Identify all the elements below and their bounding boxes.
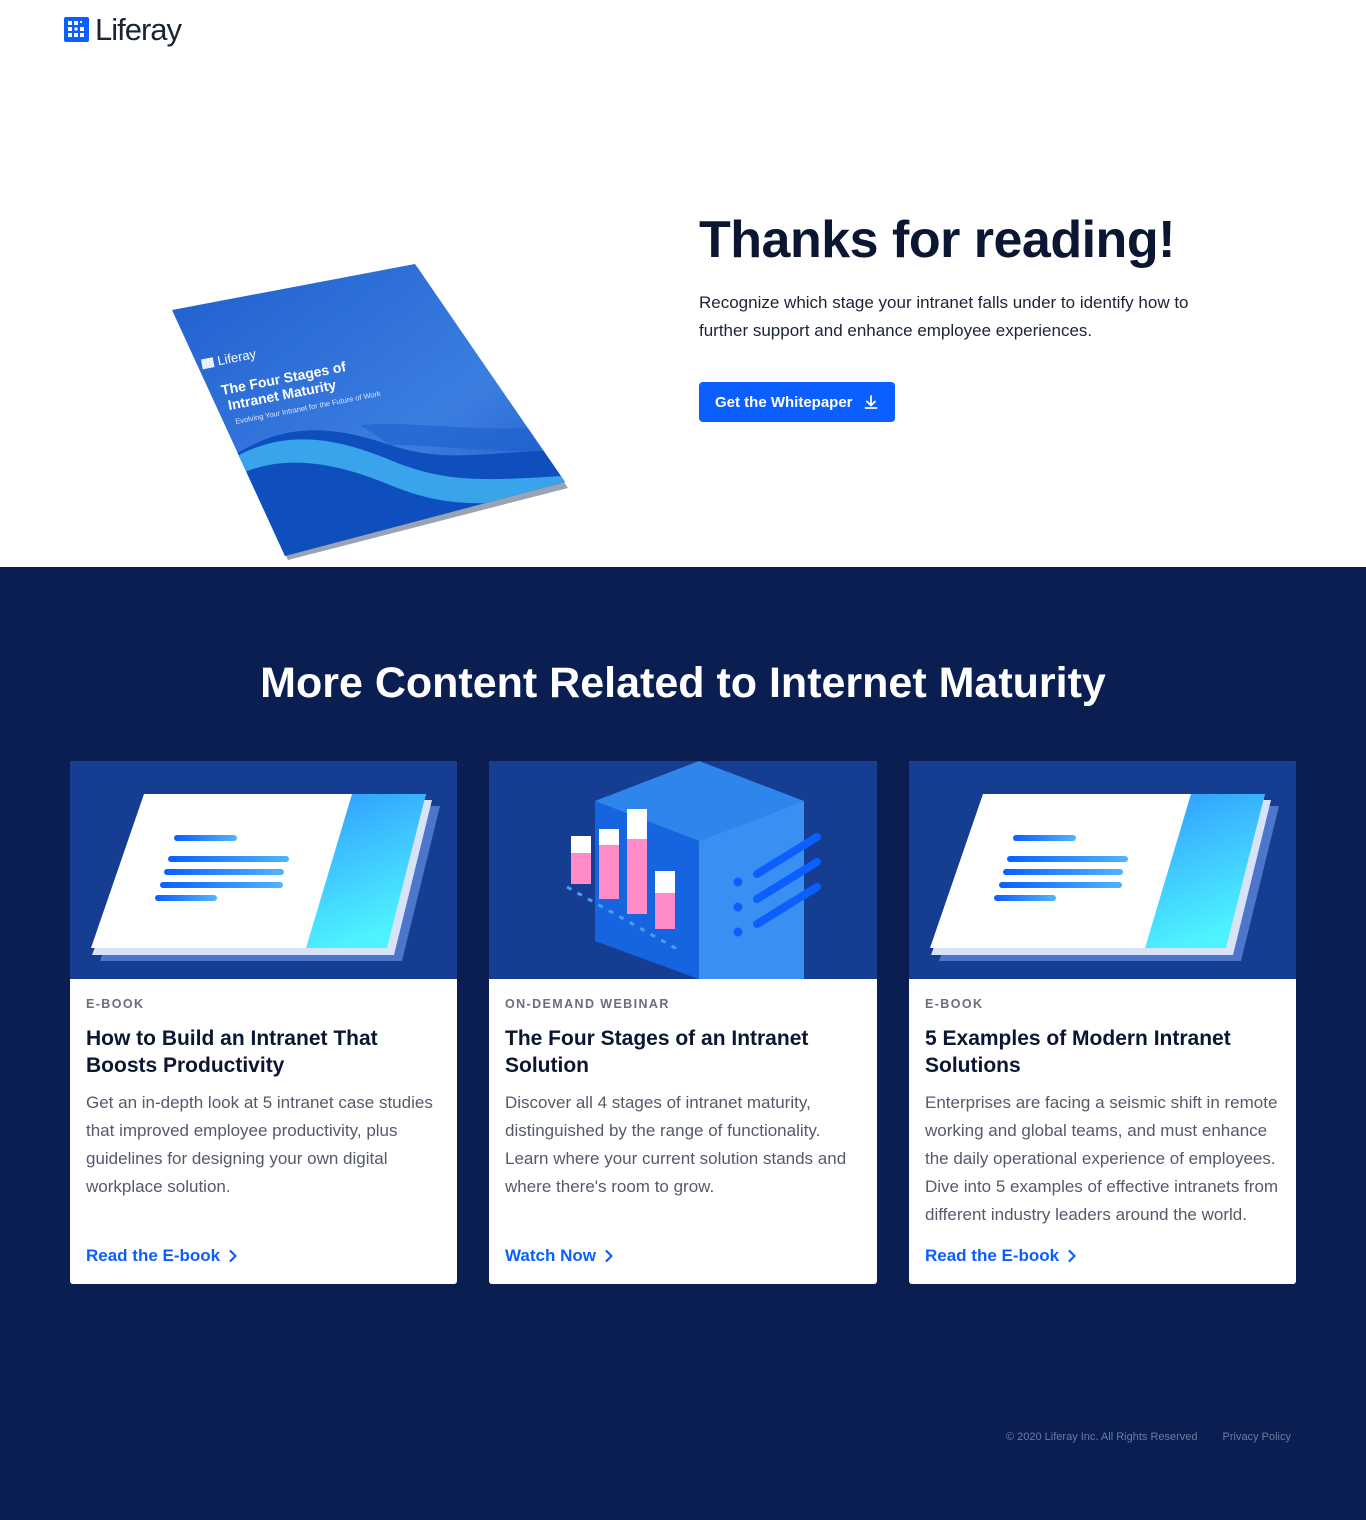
- get-whitepaper-button[interactable]: Get the Whitepaper: [699, 382, 895, 423]
- site-footer: © 2020 Liferay Inc. All Rights Reserved …: [1006, 1431, 1291, 1443]
- chevron-right-icon: [229, 1249, 237, 1263]
- privacy-policy-link[interactable]: Privacy Policy: [1223, 1431, 1291, 1443]
- chevron-right-icon: [1068, 1249, 1076, 1263]
- copyright-text: © 2020 Liferay Inc. All Rights Reserved: [1005, 1431, 1198, 1443]
- card-link-label: Watch Now: [505, 1246, 596, 1265]
- logo-text: Liferay: [95, 12, 182, 47]
- hero-description: Recognize which stage your intranet fall…: [699, 293, 1189, 341]
- card-title: 5 Examples of Modern Intranet Solutions: [925, 1027, 1231, 1077]
- content-card-1[interactable]: E-BOOK How to Build an Intranet That Boo…: [70, 761, 457, 1284]
- whitepaper-booklet-image: Liferay The Four Stages of Intranet Matu…: [172, 264, 568, 560]
- card-title: How to Build an Intranet That Boosts Pro…: [86, 1027, 378, 1077]
- site-header: Liferay: [0, 0, 1366, 60]
- liferay-logo[interactable]: Liferay: [64, 12, 182, 47]
- hero-section: Liferay The Four Stages of Intranet Matu…: [0, 60, 1366, 567]
- read-ebook-link[interactable]: Read the E-book: [86, 1246, 238, 1266]
- chevron-right-icon: [605, 1249, 613, 1263]
- card-description: Enterprises are facing a seismic shift i…: [925, 1093, 1279, 1224]
- card-description: Discover all 4 stages of intranet maturi…: [505, 1093, 847, 1196]
- section-title: More Content Related to Internet Maturit…: [260, 659, 1106, 707]
- get-whitepaper-label: Get the Whitepaper: [715, 393, 853, 411]
- ebook-illustration: [70, 761, 457, 979]
- download-icon: [864, 395, 877, 410]
- content-card-3[interactable]: E-BOOK 5 Examples of Modern Intranet Sol…: [909, 761, 1296, 1284]
- hero-title: Thanks for reading!: [699, 211, 1175, 269]
- content-card-2[interactable]: ON-DEMAND WEBINAR The Four Stages of an …: [489, 761, 877, 1284]
- read-ebook-link[interactable]: Read the E-book: [925, 1246, 1077, 1266]
- card-eyebrow: E-BOOK: [925, 997, 984, 1011]
- card-description: Get an in-depth look at 5 intranet case …: [86, 1093, 433, 1196]
- card-link-label: Read the E-book: [86, 1246, 221, 1265]
- card-link-label: Read the E-book: [925, 1246, 1060, 1265]
- liferay-logo-icon: [64, 17, 89, 42]
- card-eyebrow: ON-DEMAND WEBINAR: [505, 997, 670, 1011]
- watch-now-link[interactable]: Watch Now: [505, 1246, 614, 1266]
- card-eyebrow: E-BOOK: [86, 997, 145, 1011]
- card-title: The Four Stages of an Intranet Solution: [505, 1027, 809, 1077]
- ebook-illustration: [909, 761, 1296, 979]
- related-content-section: More Content Related to Internet Maturit…: [0, 567, 1366, 1520]
- hero-text: Thanks for reading! Recognize which stag…: [699, 211, 1239, 423]
- webinar-cube-illustration: [489, 761, 877, 979]
